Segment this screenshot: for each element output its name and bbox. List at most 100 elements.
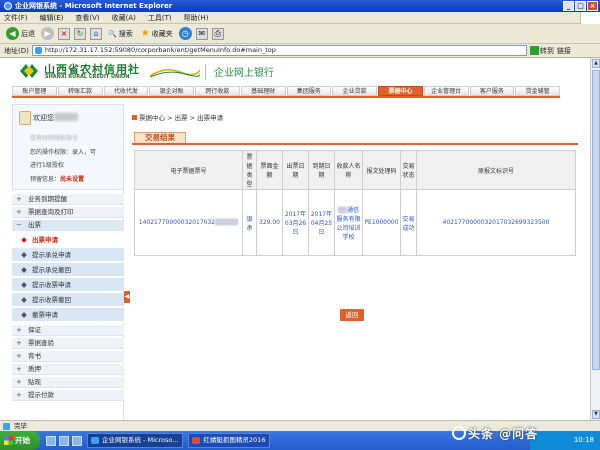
menu-edit[interactable]: 编辑(E) xyxy=(40,13,64,23)
nav-item[interactable]: 企业管理台 xyxy=(423,86,469,96)
status-cell: 交易成功 xyxy=(400,189,417,256)
divider xyxy=(132,143,578,145)
vertical-scrollbar[interactable]: ▲ ▼ xyxy=(590,58,600,420)
menu-file[interactable]: 文件(F) xyxy=(4,13,28,23)
menu-item[interactable]: 撤票申请 xyxy=(12,308,124,322)
quicklaunch-icon[interactable] xyxy=(59,435,69,446)
menu-item-active[interactable]: 出票申请 xyxy=(12,233,124,247)
column-header: 原报文标识号 xyxy=(416,150,576,190)
menu-favorites[interactable]: 收藏(A) xyxy=(112,13,136,23)
nav-item-active[interactable]: 票据中心 xyxy=(378,86,423,96)
proc-code-cell: PE1000000 xyxy=(362,189,401,256)
ie-icon xyxy=(4,2,12,10)
taskbar-item-screenshot[interactable]: 红蜻蜓抓图精灵2016 xyxy=(188,433,271,448)
history-button[interactable]: ◷ xyxy=(178,27,192,40)
refresh-button[interactable]: ↻ xyxy=(74,27,86,40)
links-button[interactable]: 链接 xyxy=(557,46,571,56)
nav-item[interactable]: 基础理财 xyxy=(240,86,286,96)
bank-header: 山西省农村信用社 SHANXI RURAL CREDIT UNION 企业网上银… xyxy=(0,58,590,84)
column-header: 到期日期 xyxy=(308,150,335,190)
page-content: 山西省农村信用社 SHANXI RURAL CREDIT UNION 企业网上银… xyxy=(0,58,590,420)
menu-group[interactable]: + 保证 xyxy=(12,325,124,336)
menu-item[interactable]: 提示收票撤回 xyxy=(12,293,124,307)
auth-level-text: 进行1级授权 xyxy=(30,162,64,169)
quicklaunch-icon[interactable] xyxy=(72,435,82,446)
return-button[interactable]: 返回 xyxy=(340,309,364,321)
permission-text: 您的操作权限：录入，可 xyxy=(30,149,97,156)
nav-item[interactable]: 跨行收款 xyxy=(195,86,240,96)
star-icon: ★ xyxy=(140,28,150,39)
menu-group[interactable]: + 提示付款 xyxy=(12,390,124,401)
welcome-text: 欢迎您 xyxy=(33,114,54,122)
menu-view[interactable]: 查看(V) xyxy=(75,13,99,23)
watermark-logo-icon xyxy=(452,426,466,440)
quicklaunch-icon[interactable] xyxy=(46,435,56,446)
nav-item[interactable]: 账户管理 xyxy=(12,86,57,96)
avatar xyxy=(19,111,31,125)
bill-type-cell: 银承 xyxy=(242,189,257,256)
due-date-cell: 2017年04月25日 xyxy=(308,189,335,256)
scroll-up-icon[interactable]: ▲ xyxy=(592,59,600,68)
sidebar-collapse-button[interactable]: ◀ xyxy=(124,291,130,303)
menu-group[interactable]: + 贴现 xyxy=(12,377,124,388)
start-button[interactable]: 开始 xyxy=(0,431,40,450)
column-header: 报文处理码 xyxy=(362,150,401,190)
bank-name-en: SHANXI RURAL CREDIT UNION xyxy=(45,74,130,80)
blurred-username xyxy=(54,113,78,121)
welcome-panel: 欢迎您 您有待待授权指令 您的操作权限：录入，可 进行1级授权 预留信息：尚未设… xyxy=(12,104,124,190)
menu-group[interactable]: + 票据查询及打印 xyxy=(12,207,124,218)
nav-item[interactable]: 转账汇款 xyxy=(57,86,103,96)
taskbar-item-ie[interactable]: 企业网银系统 - Microso... xyxy=(87,433,184,448)
forward-button[interactable]: ▶ xyxy=(41,27,54,40)
window-title: 企业网银系统 - Microsoft Internet Explorer xyxy=(15,2,173,10)
menu-item[interactable]: 提示承兑申请 xyxy=(12,248,124,262)
menu-item[interactable]: 提示承兑撤回 xyxy=(12,263,124,277)
nav-item[interactable]: 企业贷款 xyxy=(332,86,377,96)
divider xyxy=(205,64,206,80)
maximize-button[interactable]: □ xyxy=(575,1,586,11)
menu-help[interactable]: 帮助(H) xyxy=(184,13,209,23)
go-arrow-icon xyxy=(529,46,539,55)
address-input[interactable]: http://172.31.17.152:59080/corporbank/en… xyxy=(31,45,527,56)
nav-item[interactable]: 客户服务 xyxy=(469,86,515,96)
nav-item[interactable]: 贷金辅管 xyxy=(515,86,560,96)
column-header: 收款人名称 xyxy=(334,150,363,190)
minimize-button[interactable]: _ xyxy=(563,1,574,11)
back-button[interactable]: ◀ 后退 xyxy=(4,26,37,41)
bank-logo-icon xyxy=(20,64,38,78)
nav-item[interactable]: 集团服务 xyxy=(286,86,332,96)
nav-item[interactable]: 银企对账 xyxy=(149,86,194,96)
home-button[interactable]: ⌂ xyxy=(90,27,102,40)
scrollbar-thumb[interactable] xyxy=(592,70,600,370)
menu-group[interactable]: + 票据查验 xyxy=(12,338,124,349)
print-button[interactable]: ⎙ xyxy=(211,27,224,40)
go-button[interactable]: 转到 xyxy=(529,46,554,56)
scroll-down-icon[interactable]: ▼ xyxy=(592,410,600,419)
search-icon: 🔍 xyxy=(108,29,117,38)
stop-button[interactable]: × xyxy=(58,27,70,40)
nav-item[interactable]: 代收代发 xyxy=(103,86,149,96)
search-button[interactable]: 🔍 搜索 xyxy=(106,28,135,40)
menu-tools[interactable]: 工具(T) xyxy=(148,13,172,23)
table-header-row: 电子票据票号 票据类型 票面金额 出票日期 到期日期 收款人名称 报文处理码 交… xyxy=(134,150,576,190)
main-nav: 账户管理 转账汇款 代收代发 银企对账 跨行收款 基础理财 集团服务 企业贷款 … xyxy=(12,86,560,98)
table-row: 14021770000032017032▒▒▒▒▒ 银承 329.00 2017… xyxy=(134,189,576,256)
column-header: 交易状态 xyxy=(400,150,417,190)
column-header: 出票日期 xyxy=(282,150,309,190)
close-button[interactable]: × xyxy=(587,1,598,11)
bill-number-cell[interactable]: 14021770000032017032▒▒▒▒▒ xyxy=(134,189,243,256)
breadcrumb: 票据中心 > 出票 > 出票申请 xyxy=(132,112,223,122)
menu-group[interactable]: + 质押 xyxy=(12,364,124,375)
menu-group-open[interactable]: − 出票 xyxy=(12,220,124,231)
windows-flag-icon xyxy=(4,436,13,445)
menu-group[interactable]: + 背书 xyxy=(12,351,124,362)
system-tray: 10:18 xyxy=(530,431,600,450)
menu-group[interactable]: + 业务到期提醒 xyxy=(12,194,124,205)
favorites-button[interactable]: ★ 收藏夹 xyxy=(139,27,175,40)
mail-button[interactable]: ✉ xyxy=(195,27,208,40)
column-header: 票据类型 xyxy=(242,150,257,190)
column-header: 票面金额 xyxy=(256,150,283,190)
window-controls: _ □ × xyxy=(563,1,598,11)
menu-item[interactable]: 提示收票申请 xyxy=(12,278,124,292)
window-titlebar: 企业网银系统 - Microsoft Internet Explorer _ □… xyxy=(0,0,600,12)
